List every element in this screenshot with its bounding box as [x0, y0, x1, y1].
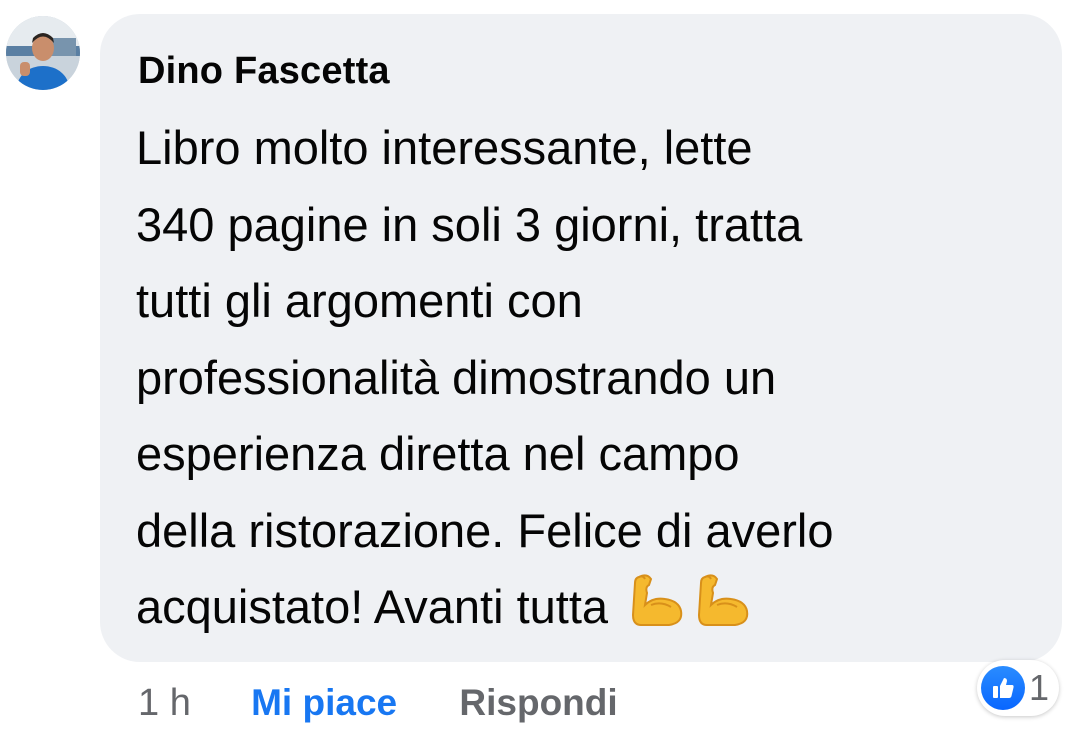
comment-text-line: della ristorazione. Felice di averlo — [136, 503, 834, 557]
avatar[interactable] — [6, 16, 80, 90]
comment-text-line: acquistato! Avanti tutta — [136, 580, 609, 633]
comment-bubble: Dino Fascetta Libro molto interessante, … — [100, 14, 1062, 662]
comment-text-line: esperienza diretta nel campo — [136, 427, 740, 480]
reaction-count: 1 — [1029, 667, 1050, 708]
comment-text-line-last: acquistato! Avanti tutta — [136, 569, 1036, 646]
comment-text: Libro molto interessante, lette 340 pagi… — [136, 110, 1036, 646]
comment-author[interactable]: Dino Fascetta — [138, 50, 390, 93]
profile-photo — [6, 16, 80, 90]
flexed-biceps-icon — [698, 574, 749, 626]
like-button[interactable]: Mi piace — [251, 682, 397, 723]
comment-text-line: tutti gli argomenti con — [136, 274, 583, 327]
reply-button[interactable]: Rispondi — [459, 682, 617, 723]
thumbs-up-icon — [981, 666, 1025, 710]
comment-text-line: Libro molto interessante, lette — [136, 121, 753, 174]
comment-actions: 1 h Mi piace Rispondi — [138, 676, 618, 730]
comment-timestamp[interactable]: 1 h — [138, 682, 191, 724]
flexed-biceps-icon — [632, 574, 683, 626]
comment-view: Dino Fascetta Libro molto interessante, … — [0, 0, 1083, 737]
reaction-summary[interactable]: 1 — [977, 660, 1060, 716]
comment-text-line: 340 pagine in soli 3 giorni, tratta — [136, 197, 803, 251]
comment-text-line: professionalità dimostrando un — [136, 350, 777, 404]
